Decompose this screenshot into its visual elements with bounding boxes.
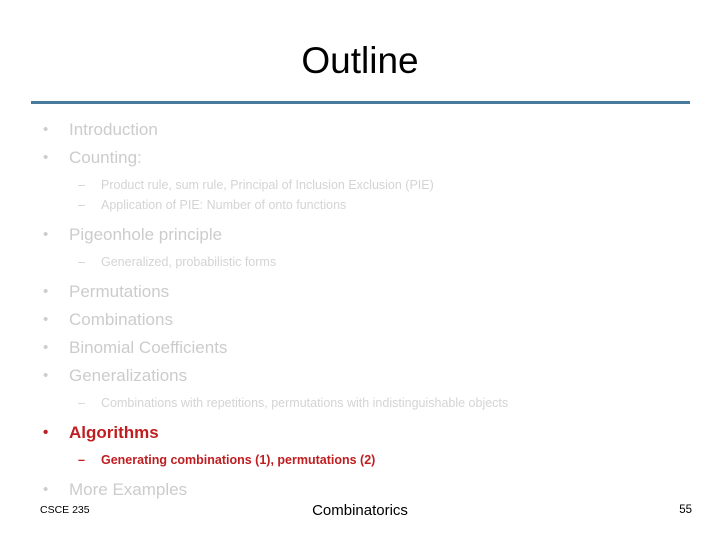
dash-icon: –	[78, 198, 85, 212]
outline-item-label: Generalizations	[69, 366, 188, 385]
outline-item-level1: • Permutations	[31, 278, 691, 306]
title-divider	[31, 101, 690, 104]
outline-item-label: Counting:	[69, 148, 142, 167]
outline-item-label: Generating combinations (1), permutation…	[101, 453, 376, 467]
page-title: Outline	[301, 40, 419, 81]
bullet-icon: •	[43, 226, 49, 243]
outline-item-label: Combinations	[69, 310, 173, 329]
outline-item-level1: • Combinations	[31, 306, 691, 334]
outline-list: • Introduction • Counting: – Product rule, su…	[31, 116, 691, 504]
outline-item-level1: • Counting:	[31, 144, 691, 172]
outline-item-level2: – Generating combinations (1), permutatio…	[31, 450, 691, 470]
outline-item-label: Combinations with repetitions, permutati…	[101, 396, 509, 410]
outline-item-label: More Examples	[69, 480, 188, 499]
outline-item-level1: • More Examples	[31, 476, 691, 504]
bullet-icon: •	[43, 311, 49, 328]
slide: Outline • Introduction • Counting: – Product …	[0, 0, 720, 540]
outline-item-level2: – Combinations with repetitions, permutat…	[31, 393, 691, 413]
footer-topic-label: Combinatorics	[312, 502, 408, 519]
outline-item-level1: • Binomial Coefficients	[31, 334, 691, 362]
outline-item-label: Algorithms	[69, 423, 159, 442]
outline-item-label: Permutations	[69, 282, 170, 301]
bullet-icon: •	[43, 367, 49, 384]
outline-item-label: Generalized, probabilistic forms	[101, 255, 277, 269]
outline-item-label: Pigeonhole principle	[69, 225, 223, 244]
outline-item-level1: • Introduction	[31, 116, 691, 144]
bullet-icon: •	[43, 283, 49, 300]
outline-item-level1: • Generalizations	[31, 362, 691, 390]
dash-icon: –	[78, 178, 85, 192]
bullet-icon: •	[43, 424, 49, 441]
bullet-icon: •	[43, 149, 49, 166]
dash-icon: –	[78, 453, 85, 467]
outline-item-label: Introduction	[69, 120, 158, 139]
outline-item-label: Product rule, sum rule, Principal of Inc…	[101, 178, 434, 192]
outline-item-level2: – Product rule, sum rule, Principal of In…	[31, 175, 691, 195]
bullet-icon: •	[43, 339, 49, 356]
outline-item-label: Application of PIE: Number of onto funct…	[101, 198, 347, 212]
outline-item-level1: • Algorithms	[31, 419, 691, 447]
bullet-icon: •	[43, 481, 49, 498]
outline-item-level1: • Pigeonhole principle	[31, 221, 691, 249]
dash-icon: –	[78, 255, 85, 269]
outline-item-label: Binomial Coefficients	[69, 338, 228, 357]
outline-item-level2: – Application of PIE: Number of onto func…	[31, 195, 691, 215]
dash-icon: –	[78, 396, 85, 410]
bullet-icon: •	[43, 121, 49, 138]
slide-number: 55	[679, 504, 692, 516]
outline-item-level2: – Generalized, probabilistic forms	[31, 252, 691, 272]
